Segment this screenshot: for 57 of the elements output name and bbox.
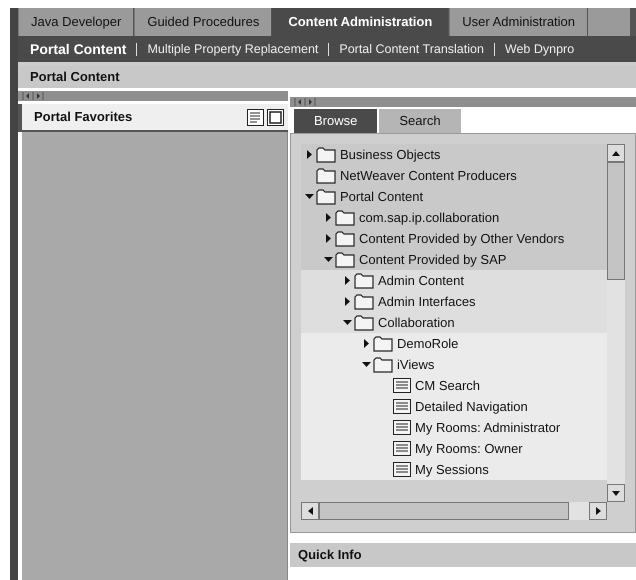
left-arrow-icon bbox=[308, 507, 312, 515]
splitter-arrows-icon bbox=[294, 98, 316, 106]
document-icon bbox=[393, 441, 411, 456]
scroll-down-button[interactable] bbox=[607, 484, 625, 502]
down-arrow-icon bbox=[612, 490, 620, 496]
tree-item[interactable]: DemoRole bbox=[397, 334, 458, 354]
folder-icon bbox=[316, 146, 336, 162]
folder-icon bbox=[335, 230, 355, 246]
folder-icon bbox=[335, 210, 355, 226]
folder-icon bbox=[316, 168, 336, 184]
collapsed-caret-icon[interactable] bbox=[324, 213, 333, 222]
folder-icon bbox=[354, 314, 374, 330]
sub-nav-link[interactable]: Portal Content Translation bbox=[339, 40, 484, 58]
collapsed-caret-icon[interactable] bbox=[362, 339, 371, 348]
document-icon bbox=[393, 462, 411, 477]
scroll-up-button[interactable] bbox=[607, 144, 625, 162]
expanded-caret-icon[interactable] bbox=[362, 360, 371, 369]
document-icon bbox=[393, 399, 411, 414]
quick-info-title: Quick Info bbox=[298, 546, 362, 564]
view-tab[interactable]: Browse bbox=[294, 109, 378, 133]
document-icon bbox=[393, 420, 411, 435]
sub-nav-link[interactable]: Web Dynpro bbox=[504, 40, 574, 58]
collapsed-caret-icon[interactable] bbox=[343, 297, 352, 306]
favorites-title: Portal Favorites bbox=[34, 108, 134, 126]
document-icon bbox=[393, 378, 411, 393]
scroll-thumb[interactable] bbox=[319, 502, 569, 520]
splitter-arrows-icon bbox=[22, 92, 44, 100]
expanded-caret-icon[interactable] bbox=[324, 255, 333, 264]
folder-icon bbox=[316, 188, 336, 204]
scroll-thumb[interactable] bbox=[607, 162, 625, 280]
expanded-caret-icon[interactable] bbox=[305, 192, 314, 201]
top-tab[interactable]: Content Administration bbox=[272, 8, 448, 36]
view-tab[interactable]: Search bbox=[379, 109, 461, 133]
list-icon[interactable] bbox=[247, 108, 264, 126]
expanded-caret-icon[interactable] bbox=[343, 318, 352, 327]
collapsed-caret-icon[interactable] bbox=[305, 150, 314, 159]
scroll-right-button[interactable] bbox=[589, 502, 607, 520]
top-tab[interactable]: User Administration bbox=[449, 8, 588, 36]
folder-icon bbox=[373, 336, 393, 352]
right-arrow-icon bbox=[596, 507, 600, 515]
page-title: Portal Content bbox=[30, 68, 120, 86]
collapsed-caret-icon[interactable] bbox=[343, 276, 352, 285]
sub-nav-link[interactable]: Multiple Property Replacement bbox=[147, 40, 318, 58]
maximize-icon[interactable] bbox=[267, 108, 284, 126]
vertical-scrollbar[interactable] bbox=[607, 144, 625, 502]
folder-icon bbox=[335, 252, 355, 268]
scroll-left-button[interactable] bbox=[301, 502, 319, 520]
collapsed-caret-icon[interactable] bbox=[324, 234, 333, 243]
top-tab[interactable]: Java Developer bbox=[18, 8, 134, 36]
sub-nav-link[interactable]: Portal Content bbox=[30, 38, 126, 60]
folder-icon bbox=[373, 356, 393, 372]
horizontal-scrollbar[interactable] bbox=[301, 502, 607, 520]
folder-icon bbox=[354, 272, 374, 288]
top-tab[interactable]: Guided Procedures bbox=[134, 8, 272, 36]
folder-icon bbox=[354, 294, 374, 310]
up-arrow-icon bbox=[612, 150, 620, 156]
tree-item[interactable]: iViews bbox=[397, 354, 434, 374]
